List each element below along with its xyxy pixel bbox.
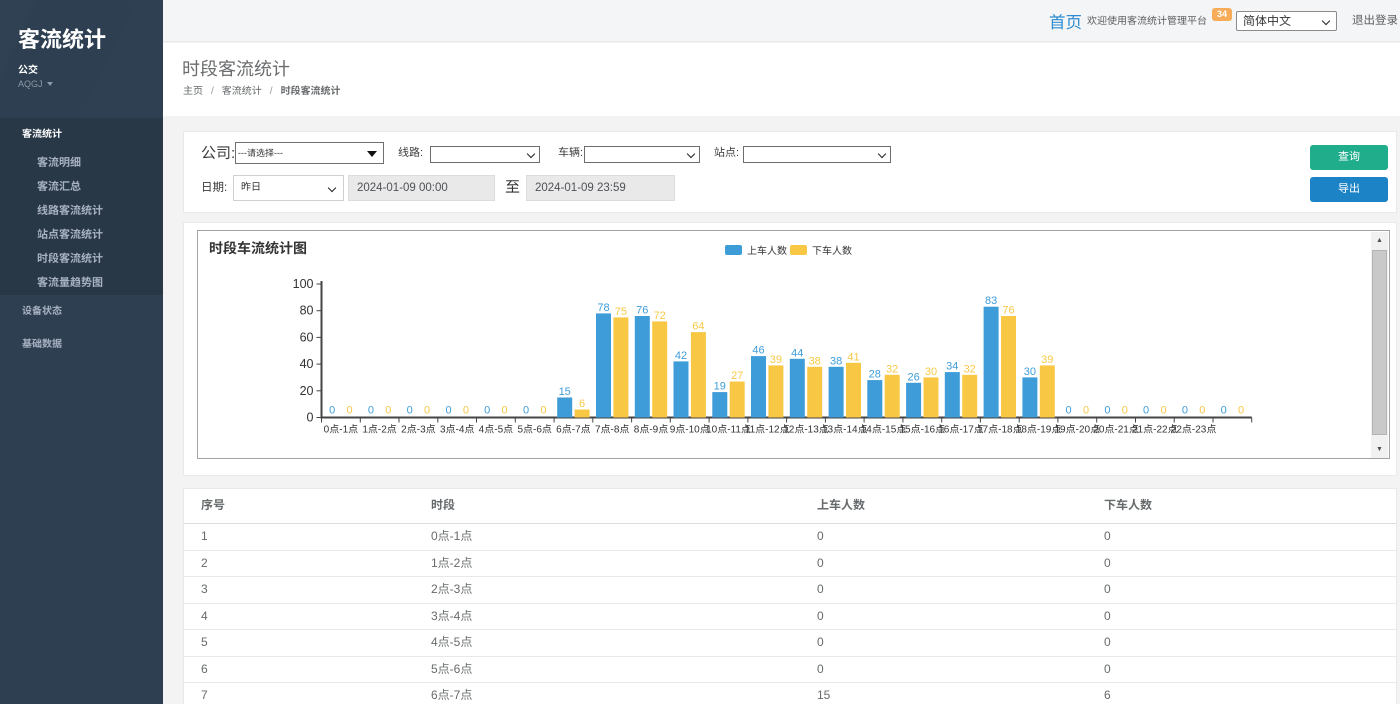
svg-text:83: 83 bbox=[985, 295, 997, 307]
svg-text:0: 0 bbox=[1104, 405, 1110, 417]
svg-text:6点-7点: 6点-7点 bbox=[556, 424, 590, 436]
svg-text:30: 30 bbox=[925, 366, 937, 378]
svg-text:0: 0 bbox=[1182, 405, 1188, 417]
svg-text:0: 0 bbox=[1122, 405, 1128, 417]
svg-text:3点-4点: 3点-4点 bbox=[440, 424, 474, 436]
svg-text:0: 0 bbox=[347, 405, 353, 417]
svg-text:76: 76 bbox=[636, 305, 648, 317]
svg-text:78: 78 bbox=[597, 302, 609, 314]
svg-text:72: 72 bbox=[654, 310, 666, 322]
svg-text:0: 0 bbox=[1160, 405, 1166, 417]
svg-text:0: 0 bbox=[540, 405, 546, 417]
svg-text:60: 60 bbox=[300, 330, 314, 344]
svg-text:0: 0 bbox=[1083, 405, 1089, 417]
svg-text:0: 0 bbox=[407, 405, 413, 417]
svg-text:32: 32 bbox=[886, 363, 898, 375]
svg-text:0: 0 bbox=[368, 405, 374, 417]
svg-text:38: 38 bbox=[830, 355, 842, 367]
svg-text:0: 0 bbox=[1238, 405, 1244, 417]
svg-text:28: 28 bbox=[869, 369, 881, 381]
svg-text:7点-8点: 7点-8点 bbox=[595, 424, 629, 436]
svg-text:0: 0 bbox=[463, 405, 469, 417]
svg-text:20: 20 bbox=[300, 384, 314, 398]
svg-text:15: 15 bbox=[559, 386, 571, 398]
svg-text:64: 64 bbox=[692, 321, 704, 333]
svg-text:0: 0 bbox=[1199, 405, 1205, 417]
svg-text:0: 0 bbox=[523, 405, 529, 417]
svg-text:1点-2点: 1点-2点 bbox=[362, 424, 396, 436]
svg-text:0: 0 bbox=[424, 405, 430, 417]
svg-text:40: 40 bbox=[300, 357, 314, 371]
svg-text:39: 39 bbox=[1041, 354, 1053, 366]
svg-text:9点-10点: 9点-10点 bbox=[670, 424, 710, 436]
svg-text:22点-23点: 22点-23点 bbox=[1171, 424, 1217, 436]
svg-text:2点-3点: 2点-3点 bbox=[401, 424, 435, 436]
svg-text:0: 0 bbox=[445, 405, 451, 417]
svg-text:8点-9点: 8点-9点 bbox=[634, 424, 668, 436]
svg-text:0: 0 bbox=[385, 405, 391, 417]
svg-text:0: 0 bbox=[484, 405, 490, 417]
svg-text:30: 30 bbox=[1024, 366, 1036, 378]
svg-text:6: 6 bbox=[579, 398, 585, 410]
svg-text:41: 41 bbox=[847, 351, 859, 363]
svg-text:0: 0 bbox=[1221, 405, 1227, 417]
svg-text:44: 44 bbox=[791, 347, 803, 359]
svg-text:75: 75 bbox=[615, 306, 627, 318]
svg-text:32: 32 bbox=[964, 363, 976, 375]
svg-text:39: 39 bbox=[770, 354, 782, 366]
svg-text:26: 26 bbox=[907, 371, 919, 383]
svg-text:0: 0 bbox=[329, 405, 335, 417]
svg-text:0: 0 bbox=[1143, 405, 1149, 417]
svg-text:46: 46 bbox=[752, 345, 764, 357]
svg-text:5点-6点: 5点-6点 bbox=[517, 424, 551, 436]
svg-text:38: 38 bbox=[809, 355, 821, 367]
svg-text:0点-1点: 0点-1点 bbox=[324, 424, 358, 436]
svg-text:27: 27 bbox=[731, 370, 743, 382]
svg-text:0: 0 bbox=[307, 411, 314, 425]
svg-text:100: 100 bbox=[293, 277, 314, 291]
svg-text:0: 0 bbox=[502, 405, 508, 417]
svg-text:0: 0 bbox=[1066, 405, 1072, 417]
svg-text:76: 76 bbox=[1002, 305, 1014, 317]
svg-text:19: 19 bbox=[714, 381, 726, 393]
svg-text:42: 42 bbox=[675, 350, 687, 362]
svg-text:80: 80 bbox=[300, 304, 314, 318]
svg-text:34: 34 bbox=[946, 361, 958, 373]
svg-text:4点-5点: 4点-5点 bbox=[479, 424, 513, 436]
